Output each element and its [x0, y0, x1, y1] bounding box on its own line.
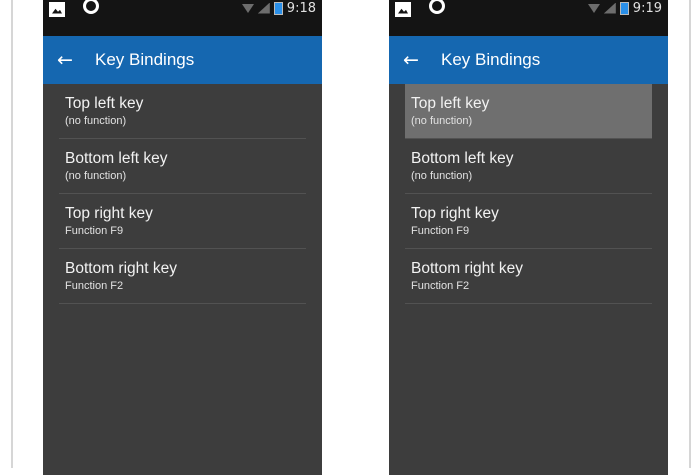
item-title: Bottom right key	[65, 260, 177, 277]
item-title: Top right key	[411, 205, 499, 222]
status-left	[49, 0, 99, 20]
status-bar: 9:19	[389, 0, 668, 36]
status-time: 9:19	[632, 0, 662, 16]
list-item-bottom-right-key[interactable]: Bottom right key Function F2	[59, 249, 306, 304]
ring-icon	[83, 0, 99, 14]
ring-icon	[429, 0, 445, 14]
item-title: Top left key	[65, 95, 144, 112]
list-item-bottom-left-key[interactable]: Bottom left key (no function)	[405, 139, 652, 194]
status-time: 9:18	[286, 0, 316, 16]
key-bindings-list: Top left key (no function) Bottom left k…	[389, 84, 668, 304]
item-subtitle: Function F2	[65, 280, 124, 292]
signal-icon	[603, 2, 616, 14]
item-title: Bottom left key	[411, 150, 514, 167]
page-title: Key Bindings	[95, 50, 195, 69]
item-title: Bottom left key	[65, 150, 168, 167]
list-item-top-left-key[interactable]: Top left key (no function)	[405, 84, 652, 139]
wifi-icon	[241, 3, 254, 13]
key-bindings-list: Top left key (no function) Bottom left k…	[43, 84, 322, 304]
status-right: 9:18	[241, 0, 316, 16]
app-bar: ← Key Bindings	[43, 36, 322, 84]
list-item-top-left-key[interactable]: Top left key (no function)	[59, 84, 306, 139]
list-item-bottom-right-key[interactable]: Bottom right key Function F2	[405, 249, 652, 304]
battery-icon	[273, 1, 283, 15]
battery-icon	[619, 1, 629, 15]
image-icon	[49, 1, 65, 17]
item-title: Top right key	[65, 205, 153, 222]
phone-screen-left: 9:18 ← Key Bindings Top left key (no fun…	[43, 0, 322, 475]
phone-screen-right: 9:19 ← Key Bindings Top left key (no fun…	[389, 0, 668, 475]
item-subtitle: (no function)	[411, 170, 473, 182]
item-subtitle: (no function)	[411, 115, 473, 127]
item-subtitle: Function F2	[411, 280, 470, 292]
item-subtitle: Function F9	[411, 225, 470, 237]
status-bar: 9:18	[43, 0, 322, 36]
list-item-top-right-key[interactable]: Top right key Function F9	[59, 194, 306, 249]
status-right: 9:19	[587, 0, 662, 16]
item-title: Top left key	[411, 95, 490, 112]
image-icon	[395, 1, 411, 17]
back-arrow-icon[interactable]: ←	[57, 50, 81, 70]
list-item-bottom-left-key[interactable]: Bottom left key (no function)	[59, 139, 306, 194]
back-arrow-icon[interactable]: ←	[403, 50, 427, 70]
wifi-icon	[587, 3, 600, 13]
status-left	[395, 0, 445, 20]
item-subtitle: Function F9	[65, 225, 124, 237]
item-subtitle: (no function)	[65, 115, 127, 127]
item-title: Bottom right key	[411, 260, 523, 277]
page-title: Key Bindings	[441, 50, 541, 69]
app-bar: ← Key Bindings	[389, 36, 668, 84]
item-subtitle: (no function)	[65, 170, 127, 182]
signal-icon	[257, 2, 270, 14]
list-item-top-right-key[interactable]: Top right key Function F9	[405, 194, 652, 249]
